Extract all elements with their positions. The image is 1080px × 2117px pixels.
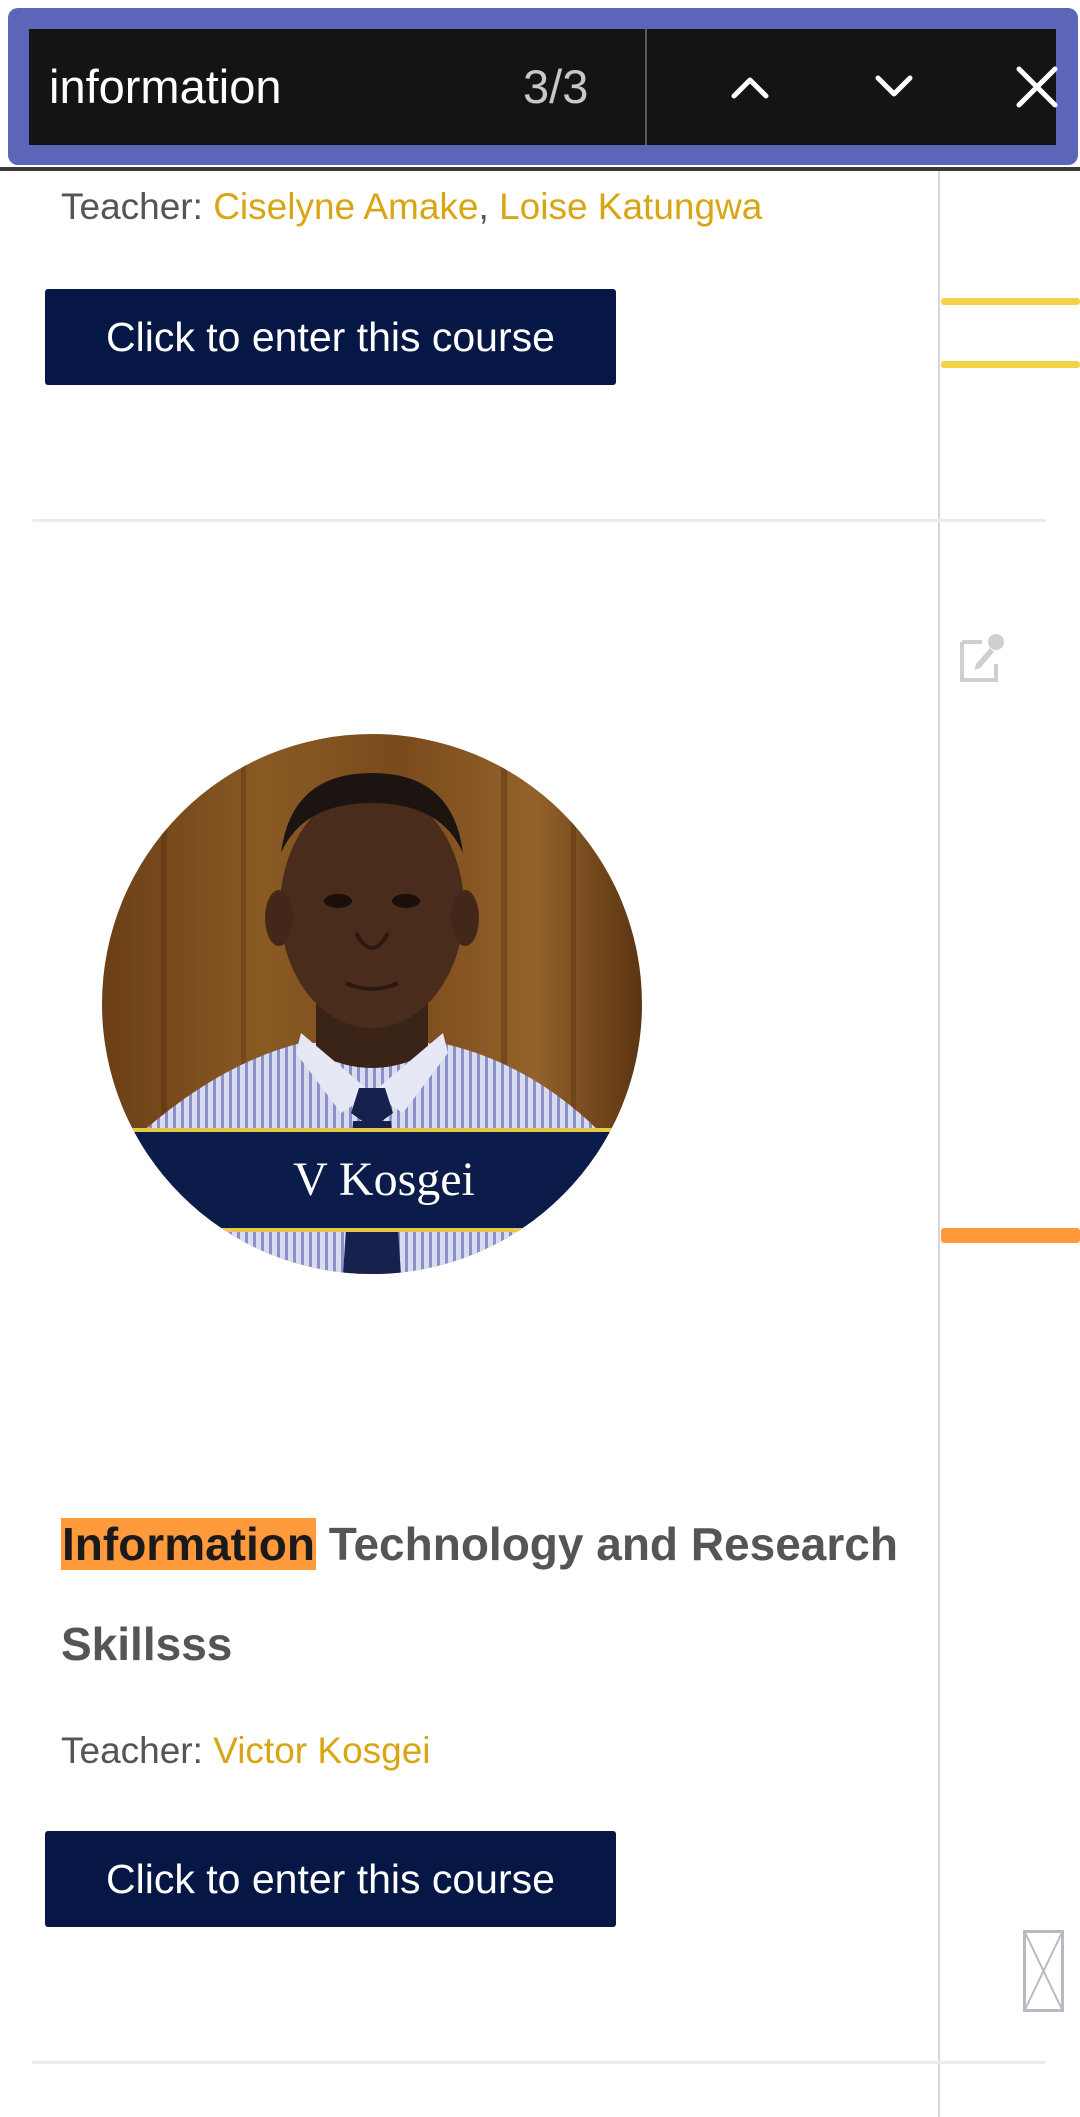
course-teachers: Teacher: Victor Kosgei <box>61 1730 431 1772</box>
teacher-label: Teacher: <box>61 1730 203 1771</box>
course-title[interactable]: Information Technology and Research Skil… <box>61 1494 921 1694</box>
close-icon <box>1016 66 1058 108</box>
enter-course-button[interactable]: Click to enter this course <box>45 1831 616 1927</box>
chevron-up-icon <box>731 77 769 99</box>
course-teachers: Teacher: Ciselyne Amake, Loise Katungwa <box>61 186 762 228</box>
chevron-down-icon <box>875 75 913 97</box>
teacher-link[interactable]: Ciselyne Amake <box>213 186 478 227</box>
card-divider <box>32 2061 1046 2064</box>
find-match-count: 3/3 <box>523 60 589 113</box>
match-marker[interactable] <box>941 361 1080 368</box>
active-match-marker[interactable] <box>941 1228 1080 1243</box>
find-in-page-bar: information 3/3 <box>29 29 1058 145</box>
edit-icon[interactable] <box>958 630 1008 684</box>
search-match-highlight: Information <box>61 1518 316 1570</box>
course-title-text: Skillsss <box>61 1618 233 1670</box>
teacher-separator: , <box>478 186 489 227</box>
teacher-link[interactable]: Victor Kosgei <box>213 1730 430 1771</box>
broken-image-icon <box>1023 1930 1064 2012</box>
teacher-link[interactable]: Loise Katungwa <box>499 186 762 227</box>
find-bar-shadow <box>0 167 1080 171</box>
scroll-gutter[interactable] <box>938 171 940 2117</box>
image-caption: V Kosgei <box>293 1153 475 1206</box>
teacher-label: Teacher: <box>61 186 203 227</box>
course-image[interactable]: V Kosgei <box>101 733 643 1275</box>
match-marker[interactable] <box>941 298 1080 305</box>
course-title-text: Technology and Research <box>315 1518 898 1570</box>
find-query-input[interactable]: information <box>49 29 282 145</box>
close-find-button[interactable] <box>982 29 1080 145</box>
next-match-button[interactable] <box>839 29 949 145</box>
find-bar-divider <box>645 29 647 145</box>
previous-match-button[interactable] <box>695 29 805 145</box>
enter-course-button[interactable]: Click to enter this course <box>45 289 616 385</box>
card-divider <box>32 519 1046 522</box>
